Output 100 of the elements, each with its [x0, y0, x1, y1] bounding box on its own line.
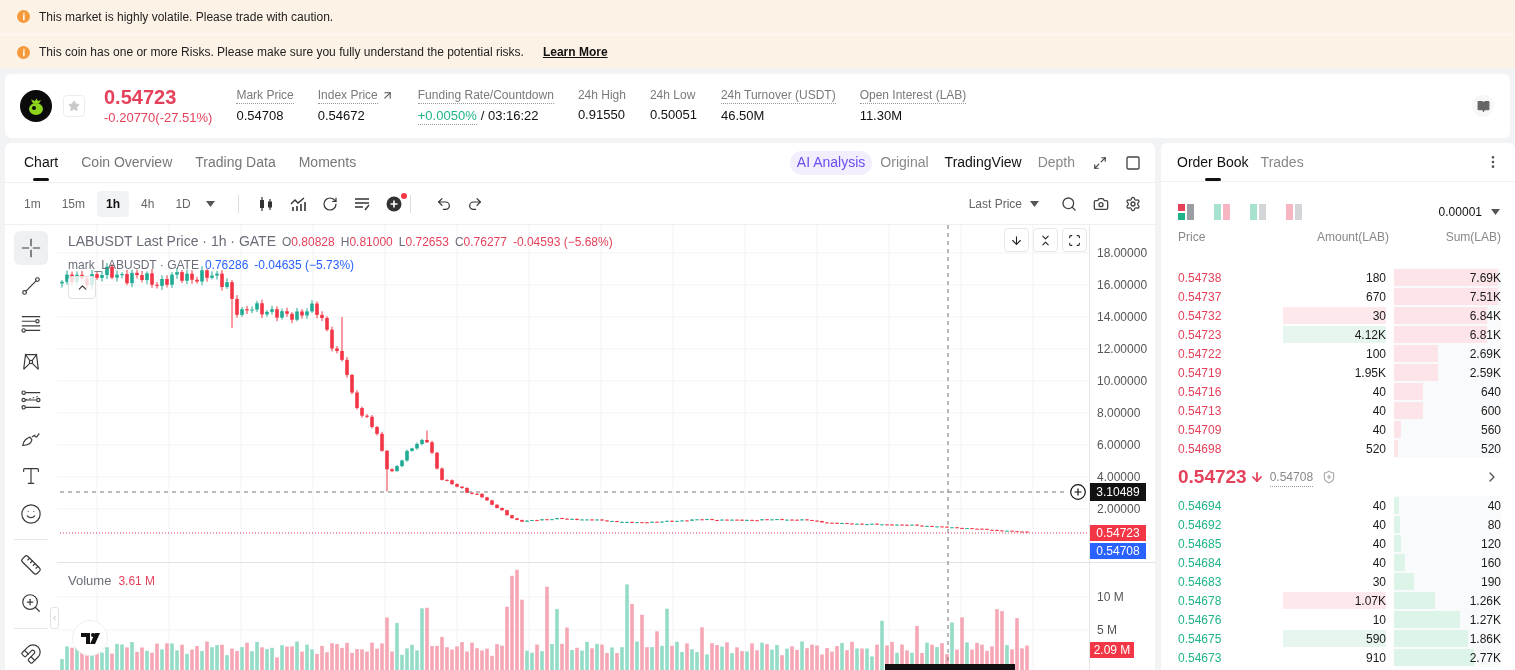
order-price: 0.54683	[1178, 573, 1223, 591]
order-amount: 1.07K	[1354, 592, 1386, 610]
price-axis-label: 2.00000	[1097, 502, 1141, 516]
search-icon[interactable]	[1061, 195, 1077, 212]
stat-value: 0.91550	[577, 105, 626, 123]
interval-button[interactable]: 1D	[166, 190, 200, 217]
order-price: 0.54716	[1178, 383, 1223, 401]
order-amount: 910	[1365, 649, 1386, 667]
order-amount: 10	[1372, 611, 1386, 629]
price-axis-label: 8.00000	[1097, 406, 1141, 420]
square-icon[interactable]	[1125, 154, 1141, 171]
ohlc-value: C0.76277	[454, 234, 507, 251]
ai-analysis-button[interactable]: AI Analysis	[789, 150, 873, 175]
interval-button[interactable]: 1h	[97, 190, 130, 217]
chart-tab[interactable]: Trading Data	[191, 143, 280, 182]
interval-button[interactable]: 1m	[15, 190, 50, 217]
order-sum: 6.81K	[1469, 326, 1501, 344]
mark-legend-value: 0.76286	[204, 257, 249, 274]
order-sum: 40	[1487, 497, 1501, 515]
order-amount: 590	[1365, 630, 1386, 648]
volume-value: 3.61 M	[118, 573, 156, 590]
order-sum: 160	[1480, 554, 1501, 572]
add-circle-icon[interactable]	[385, 195, 402, 212]
order-sum: 640	[1480, 383, 1501, 401]
ruler-icon	[20, 554, 42, 576]
price-axis-label: 6.00000	[1097, 438, 1141, 452]
order-sum: 7.69K	[1469, 269, 1501, 287]
interval-dropdown-icon[interactable]	[206, 200, 216, 207]
collapse-button[interactable]	[1033, 228, 1058, 252]
order-sum: 6.84K	[1469, 307, 1501, 325]
indicators-icon[interactable]	[289, 195, 306, 212]
info-icon	[17, 10, 30, 23]
chart-tab[interactable]: Chart	[20, 143, 63, 182]
scroll-down-button[interactable]	[1004, 228, 1029, 252]
order-price: 0.54694	[1178, 497, 1223, 515]
order-price: 0.54684	[1178, 554, 1223, 572]
order-sum: 190	[1480, 573, 1501, 591]
chart-logo-icon[interactable]	[72, 620, 108, 656]
fit-screen-button[interactable]	[1062, 228, 1087, 252]
order-sum: 560	[1480, 421, 1501, 439]
parallel-channel-icon	[20, 389, 42, 411]
order-sum: 520	[1480, 440, 1501, 458]
order-book-tab[interactable]: Trades	[1260, 143, 1304, 181]
interval-button[interactable]: 4h	[132, 190, 164, 217]
undo-icon[interactable]	[435, 195, 452, 212]
stat-value: 0.54708	[236, 106, 285, 124]
volume-label: Volume	[68, 572, 112, 590]
star-icon	[68, 100, 80, 112]
ohlc-value: O0.80828	[282, 234, 335, 251]
settings-icon[interactable]	[1125, 195, 1141, 212]
collapse-toolbar-handle[interactable]	[50, 607, 59, 629]
price-axis-label: 18.00000	[1097, 246, 1148, 260]
arrow-down-icon	[1010, 233, 1023, 247]
interval-button[interactable]: 15m	[52, 190, 94, 217]
price-axis-label: 4.00000	[1097, 470, 1141, 484]
order-price: 0.54676	[1178, 611, 1223, 629]
mark-legend-change: -0.04635 (−5.73%)	[254, 257, 355, 274]
stat-label: Funding Rate/Countdown	[417, 87, 554, 104]
order-amount: 4.12K	[1354, 326, 1386, 344]
guide-button[interactable]	[1472, 95, 1494, 117]
price-axis-label: 12.00000	[1097, 342, 1148, 356]
collapse-legend-button[interactable]	[68, 276, 96, 299]
mark-price-tag: 0.54708	[1090, 543, 1146, 559]
plus-circle-icon[interactable]	[1070, 484, 1086, 500]
order-book-tab[interactable]: Order Book	[1177, 143, 1249, 181]
expand-icon[interactable]	[1093, 155, 1107, 170]
chart-view-option[interactable]: TradingView	[944, 152, 1022, 173]
stat-label: Index Price	[317, 87, 378, 104]
replay-icon[interactable]	[321, 195, 338, 212]
order-price: 0.54722	[1178, 345, 1223, 363]
templates-icon[interactable]	[353, 195, 370, 212]
order-price: 0.54738	[1178, 269, 1223, 287]
last-price: 0.54723	[104, 85, 178, 109]
book-layout-icon[interactable]	[1178, 204, 1194, 220]
smiley-icon	[20, 503, 42, 525]
order-amount: 30	[1372, 573, 1386, 591]
chart-view-option[interactable]: Original	[880, 152, 929, 173]
candlestick-icon[interactable]	[257, 195, 274, 212]
mark-legend-title: mark_LABUSDT · GATE	[68, 257, 199, 274]
precision-select[interactable]: 0.00001	[1438, 203, 1500, 221]
column-header: Sum(LAB)	[1444, 229, 1501, 246]
camera-icon[interactable]	[1093, 195, 1109, 212]
caret-down-icon	[1030, 200, 1039, 207]
chevron-left-icon	[51, 614, 58, 622]
chart-view-option[interactable]: Depth	[1037, 152, 1075, 173]
learn-more-link[interactable]: Learn More	[542, 43, 608, 61]
order-price: 0.54673	[1178, 649, 1223, 667]
order-amount: 100	[1365, 345, 1386, 363]
chart-tab[interactable]: Coin Overview	[77, 143, 177, 182]
order-price: 0.54709	[1178, 421, 1223, 439]
order-price: 0.54692	[1178, 516, 1223, 534]
order-amount: 180	[1365, 269, 1386, 287]
redo-icon[interactable]	[466, 195, 483, 212]
crosshair-price-tag: 3.10489	[1090, 483, 1146, 501]
price-source-select[interactable]: Last Price	[968, 194, 1039, 213]
order-sum: 2.69K	[1469, 345, 1501, 363]
horizontal-lines-icon	[20, 313, 42, 335]
order-sum: 600	[1480, 402, 1501, 420]
chart-tab[interactable]: Moments	[294, 143, 361, 182]
magnet-icon	[20, 643, 42, 665]
